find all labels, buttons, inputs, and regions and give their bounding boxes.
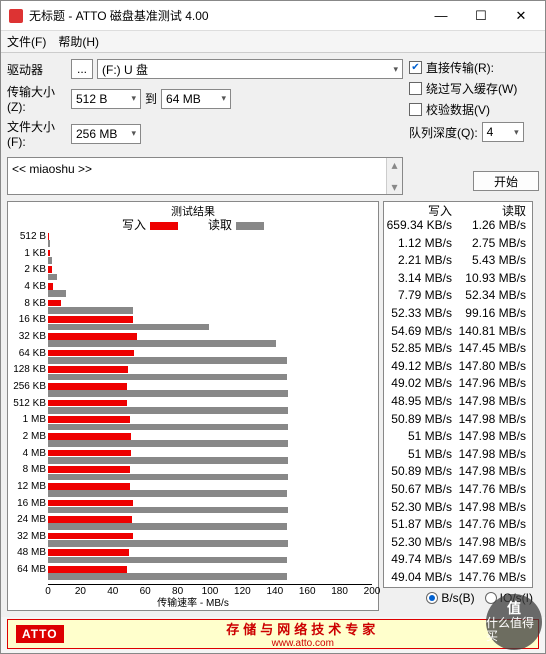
- menubar: 文件(F) 帮助(H): [1, 31, 545, 53]
- table-row: 54.69 MB/s140.81 MB/s: [384, 324, 532, 342]
- table-row: 52.85 MB/s147.45 MB/s: [384, 341, 532, 359]
- table-row: 51.87 MB/s147.76 MB/s: [384, 517, 532, 535]
- xfer-label: 传输大小(Z):: [7, 83, 67, 114]
- qd-label: 队列深度(Q):: [409, 124, 478, 141]
- bar-row: 16 MB: [48, 499, 372, 516]
- verify-label: 校验数据(V): [426, 101, 490, 118]
- col-read: 读取: [458, 202, 532, 218]
- bar-row: 24 MB: [48, 515, 372, 532]
- table-row: 2.21 MB/s5.43 MB/s: [384, 253, 532, 271]
- table-row: 52.33 MB/s99.16 MB/s: [384, 306, 532, 324]
- bar-row: 512 KB: [48, 399, 372, 416]
- verify-checkbox[interactable]: [409, 103, 422, 116]
- table-row: 49.74 MB/s147.69 MB/s: [384, 552, 532, 570]
- watermark: 值什么值得买: [486, 594, 542, 650]
- footer-banner: ATTO 存储与网络技术专家www.atto.com: [7, 619, 539, 649]
- bar-row: 8 MB: [48, 465, 372, 482]
- table-row: 50.89 MB/s147.98 MB/s: [384, 464, 532, 482]
- table-row: 3.14 MB/s10.93 MB/s: [384, 271, 532, 289]
- direct-label: 直接传输(R):: [426, 59, 494, 76]
- menu-help[interactable]: 帮助(H): [58, 33, 99, 50]
- table-row: 52.30 MB/s147.98 MB/s: [384, 500, 532, 518]
- table-row: 52.30 MB/s147.98 MB/s: [384, 535, 532, 553]
- bar-row: 2 MB: [48, 432, 372, 449]
- legend: 写入 读取: [8, 216, 378, 233]
- file-label: 文件大小(F):: [7, 118, 67, 149]
- bar-row: 1 KB: [48, 249, 372, 266]
- bar-row: 2 KB: [48, 265, 372, 282]
- table-row: 1.12 MB/s2.75 MB/s: [384, 236, 532, 254]
- atto-logo: ATTO: [16, 625, 64, 643]
- chart: 测试结果 写入 读取 512 B1 KB2 KB4 KB8 KB16 KB32 …: [7, 201, 379, 611]
- bar-row: 12 MB: [48, 482, 372, 499]
- table-row: 7.79 MB/s52.34 MB/s: [384, 288, 532, 306]
- start-button[interactable]: 开始: [473, 171, 539, 191]
- browse-button[interactable]: ...: [71, 59, 93, 79]
- menu-file[interactable]: 文件(F): [7, 33, 46, 50]
- bar-row: 32 MB: [48, 532, 372, 549]
- bar-row: 128 KB: [48, 365, 372, 382]
- window-title: 无标题 - ATTO 磁盘基准测试 4.00: [29, 7, 421, 24]
- table-row: 50.67 MB/s147.76 MB/s: [384, 482, 532, 500]
- bypass-label: 绕过写入缓存(W): [426, 80, 517, 97]
- minimize-button[interactable]: —: [421, 2, 461, 30]
- to-label: 到: [145, 90, 157, 107]
- drive-label: 驱动器: [7, 61, 67, 78]
- table-row: 51 MB/s147.98 MB/s: [384, 429, 532, 447]
- table-row: 49.02 MB/s147.96 MB/s: [384, 376, 532, 394]
- scrollbar[interactable]: ▴▾: [386, 158, 402, 194]
- qd-select[interactable]: 4▾: [482, 122, 524, 142]
- direct-checkbox[interactable]: ✔: [409, 61, 422, 74]
- bypass-checkbox[interactable]: [409, 82, 422, 95]
- bar-row: 64 MB: [48, 565, 372, 582]
- table-row: 659.34 KB/s1.26 MB/s: [384, 218, 532, 236]
- maximize-button[interactable]: ☐: [461, 2, 501, 30]
- table-row: 50.89 MB/s147.98 MB/s: [384, 412, 532, 430]
- bar-row: 256 KB: [48, 382, 372, 399]
- bar-row: 16 KB: [48, 315, 372, 332]
- titlebar: 无标题 - ATTO 磁盘基准测试 4.00 — ☐ ✕: [1, 1, 545, 31]
- app-icon: [9, 9, 23, 23]
- xfer-to-select[interactable]: 64 MB▾: [161, 89, 231, 109]
- bar-row: 48 MB: [48, 548, 372, 565]
- table-row: 48.95 MB/s147.98 MB/s: [384, 394, 532, 412]
- xfer-from-select[interactable]: 512 B▾: [71, 89, 141, 109]
- close-button[interactable]: ✕: [501, 2, 541, 30]
- bar-row: 8 KB: [48, 299, 372, 316]
- drive-select[interactable]: (F:) U 盘▾: [97, 59, 403, 79]
- table-row: 49.12 MB/s147.80 MB/s: [384, 359, 532, 377]
- bar-row: 32 KB: [48, 332, 372, 349]
- bs-radio[interactable]: B/s(B): [426, 591, 474, 605]
- file-size-select[interactable]: 256 MB▾: [71, 124, 141, 144]
- data-table: 写入读取 659.34 KB/s1.26 MB/s1.12 MB/s2.75 M…: [383, 201, 533, 588]
- bar-row: 4 KB: [48, 282, 372, 299]
- x-axis-label: 传输速率 - MB/s: [8, 594, 378, 609]
- bar-row: 512 B: [48, 232, 372, 249]
- bar-row: 64 KB: [48, 349, 372, 366]
- table-row: 51 MB/s147.98 MB/s: [384, 447, 532, 465]
- bar-row: 4 MB: [48, 449, 372, 466]
- col-write: 写入: [384, 202, 458, 218]
- bar-row: 1 MB: [48, 415, 372, 432]
- table-row: 49.04 MB/s147.76 MB/s: [384, 570, 532, 588]
- app-window: 无标题 - ATTO 磁盘基准测试 4.00 — ☐ ✕ 文件(F) 帮助(H)…: [0, 0, 546, 654]
- description-box[interactable]: << miaoshu >> ▴▾: [7, 157, 403, 195]
